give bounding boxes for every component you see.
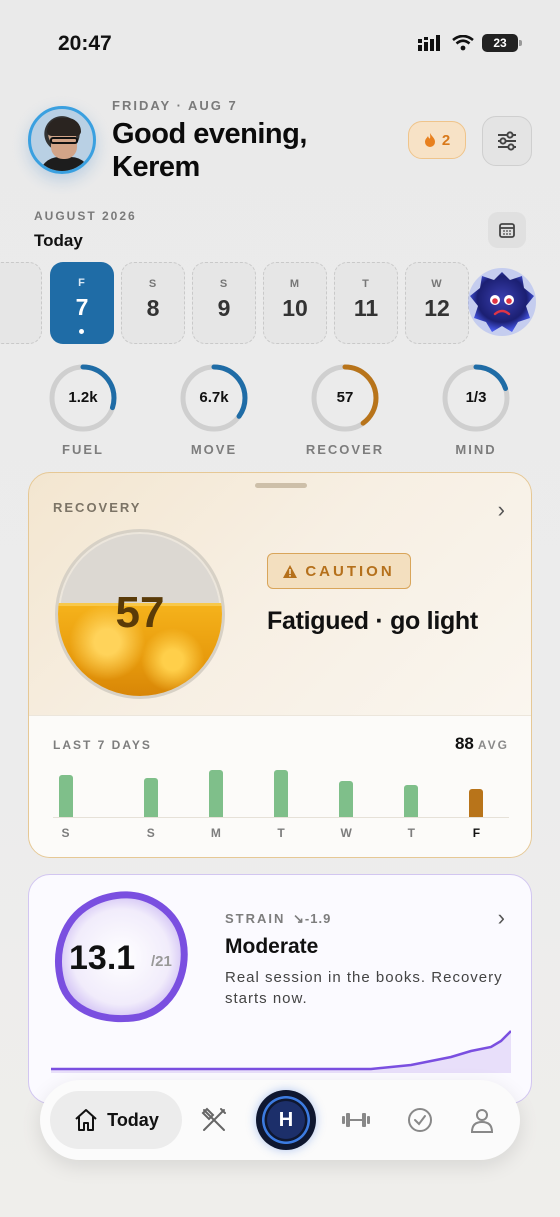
status-time: 20:47 <box>58 32 112 55</box>
strain-title: Moderate <box>225 935 319 958</box>
trend-down-icon: ↘ <box>293 911 305 926</box>
ring-value: 6.7k <box>199 389 229 406</box>
ring-label: MIND <box>455 442 497 457</box>
history-day-label: W <box>340 826 352 840</box>
strain-description: Real session in the books. Recovery star… <box>225 969 503 1007</box>
calendar-icon <box>499 223 515 238</box>
battery-icon: 23 <box>482 34 522 52</box>
history-bars <box>53 764 509 818</box>
ring-mind[interactable]: 1/3 MIND <box>431 362 521 457</box>
tab-nutrition[interactable] <box>198 1104 230 1136</box>
history-bar <box>58 775 73 817</box>
day-item[interactable]: W 12 <box>405 262 469 344</box>
strain-card[interactable]: 13.1 /21 STRAIN ↘-1.9 › Moderate Real se… <box>28 874 532 1104</box>
history-day-label: T <box>277 826 285 840</box>
day-item[interactable]: M 10 <box>263 262 327 344</box>
tab-profile[interactable] <box>466 1104 498 1136</box>
history-bar <box>274 770 288 817</box>
strain-label: STRAIN <box>225 911 286 926</box>
history-bar <box>469 789 484 817</box>
streak-badge[interactable]: 2 <box>408 121 466 159</box>
drag-handle[interactable] <box>255 483 307 488</box>
history-label: LAST 7 DAYS <box>53 738 152 752</box>
check-circle-icon <box>408 1108 432 1132</box>
settings-button[interactable] <box>482 116 532 166</box>
tab-bar: Today H <box>40 1080 520 1160</box>
ring-value: 57 <box>336 389 354 406</box>
month-label: AUGUST 2026 <box>34 209 137 223</box>
calendar-button[interactable] <box>488 212 526 248</box>
day-item[interactable]: T 11 <box>334 262 398 344</box>
signal-icon <box>418 35 440 51</box>
greeting: Good evening, Kerem <box>112 118 307 183</box>
history-bar <box>404 784 419 817</box>
average-value: 88 AVG <box>454 734 509 753</box>
mascot-icon[interactable] <box>466 266 538 338</box>
ring-label: MOVE <box>190 442 238 457</box>
sliders-icon <box>498 131 516 151</box>
day-previous[interactable] <box>0 262 42 344</box>
caution-badge: CAUTION <box>267 553 411 589</box>
ring-label: FUEL <box>62 442 104 457</box>
day-item[interactable]: S9 <box>192 262 256 344</box>
tab-workout[interactable] <box>340 1104 372 1136</box>
ring-recover[interactable]: 57 RECOVER <box>300 362 390 457</box>
recovery-card[interactable]: RECOVERY › 57 CAUTION Fatigued · go ligh… <box>28 472 532 858</box>
ring-label: RECOVER <box>305 442 385 457</box>
tab-home-hub[interactable]: H <box>256 1090 316 1150</box>
day-item[interactable]: S8 <box>121 262 185 344</box>
strain-sparkline <box>51 1030 511 1073</box>
flame-icon <box>424 133 435 147</box>
recovery-label: RECOVERY <box>53 500 142 515</box>
tab-tasks[interactable] <box>404 1104 436 1136</box>
history-day-label: M <box>210 826 221 840</box>
history-bar <box>143 778 158 817</box>
dumbbell-icon <box>342 1113 370 1127</box>
ring-value: 1/3 <box>465 389 487 406</box>
day-item-active[interactable]: F7 <box>50 262 114 344</box>
recovery-history: LAST 7 DAYS 88 AVG S S M T W T F <box>29 715 531 857</box>
ring-move[interactable]: 6.7k MOVE <box>169 362 259 457</box>
history-day-label: T <box>407 826 415 840</box>
history-bar <box>339 780 354 817</box>
date-line: FRIDAY · AUG 7 <box>112 98 238 113</box>
recovery-status: Fatigued · go light <box>267 607 478 635</box>
chevron-right-icon[interactable]: › <box>498 497 505 523</box>
history-bar <box>208 770 223 817</box>
warning-icon <box>283 564 298 578</box>
strain-max: /21 <box>151 953 172 970</box>
recovery-orb: 57 <box>55 529 225 699</box>
person-icon <box>470 1109 494 1133</box>
history-day-label: S <box>146 826 155 840</box>
today-label: Today <box>34 231 83 250</box>
tab-today[interactable]: Today <box>50 1091 182 1149</box>
fork-knife-icon <box>201 1107 226 1131</box>
wifi-icon <box>452 35 474 51</box>
history-day-label: F <box>472 826 481 840</box>
home-icon <box>75 1109 97 1131</box>
avatar[interactable] <box>28 106 96 174</box>
ring-value: 1.2k <box>68 389 98 406</box>
status-icons: 23 <box>418 34 522 52</box>
chevron-right-icon[interactable]: › <box>498 905 505 931</box>
strain-delta: ↘-1.9 <box>293 911 332 926</box>
history-day-label: S <box>61 826 70 840</box>
ring-fuel[interactable]: 1.2k FUEL <box>38 362 128 457</box>
strain-value: 13.1 <box>69 939 136 977</box>
recovery-score: 57 <box>115 588 165 637</box>
